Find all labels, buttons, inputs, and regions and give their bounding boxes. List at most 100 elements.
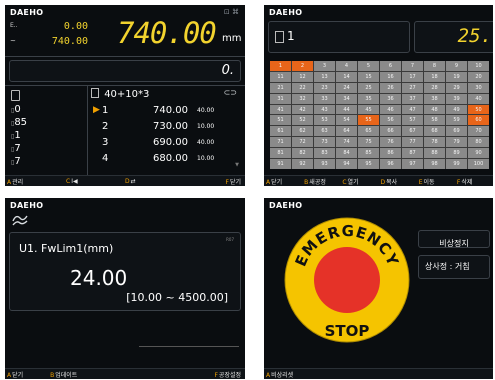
fkey-f[interactable]: F삭제 [455,177,493,186]
grid-cell[interactable]: 98 [424,159,445,169]
grid-cell[interactable]: 42 [292,104,313,115]
grid-cell[interactable]: 8 [424,61,445,71]
grid-cell[interactable]: 66 [380,126,401,137]
grid-cell[interactable]: 6 [380,61,401,71]
grid-cell[interactable]: 69 [446,126,467,137]
grid-cell[interactable]: 28 [424,82,445,93]
grid-cell[interactable]: 38 [424,93,445,104]
grid-cell[interactable]: 87 [402,148,423,159]
grid-cell[interactable]: 75 [358,137,379,148]
fkey-a[interactable]: A비상리셋 [264,370,310,379]
grid-cell[interactable]: 11 [270,71,291,82]
grid-cell[interactable]: 70 [468,126,489,137]
grid-cell[interactable]: 100 [468,159,489,169]
grid-cell[interactable]: 91 [270,159,291,169]
grid-cell[interactable]: 85 [358,148,379,159]
grid-cell[interactable]: 90 [468,148,489,159]
step-row[interactable]: 4 680.00 10.00 [91,153,241,169]
grid-cell[interactable]: 17 [402,71,423,82]
grid-cell[interactable]: 79 [446,137,467,148]
fkey-f[interactable]: F공장설정 [177,370,245,379]
grid-cell[interactable]: 35 [358,93,379,104]
fkey-b[interactable]: B업데이트 [48,370,91,379]
grid-cell[interactable]: 53 [314,115,335,126]
grid-cell[interactable]: 94 [336,159,357,169]
grid-cell[interactable]: 76 [380,137,401,148]
program-number-field[interactable]: 1 [268,21,410,53]
grid-cell[interactable]: 20 [468,71,489,82]
fkey-f[interactable]: F닫기 [182,177,245,186]
grid-cell[interactable]: 64 [336,126,357,137]
step-row[interactable]: ▶ 1 740.00 40.00 [91,105,241,121]
grid-cell[interactable]: 36 [380,93,401,104]
grid-cell[interactable]: 32 [292,93,313,104]
grid-cell[interactable]: 13 [314,71,335,82]
fkey-e[interactable]: E이동 [417,177,455,186]
grid-cell[interactable]: 41 [270,104,291,115]
grid-cell[interactable]: 33 [314,93,335,104]
fkey-c[interactable]: CI◀ [64,178,123,185]
fkey-a[interactable]: A닫기 [264,177,302,186]
grid-cell[interactable]: 2 [292,61,313,71]
emergency-stop-button[interactable]: 비상정지 [418,230,490,248]
grid-cell[interactable]: 39 [446,93,467,104]
grid-cell[interactable]: 58 [424,115,445,126]
grid-cell[interactable]: 10 [468,61,489,71]
grid-cell[interactable]: 72 [292,137,313,148]
grid-cell[interactable]: 59 [446,115,467,126]
grid-cell[interactable]: 45 [358,104,379,115]
grid-cell[interactable]: 88 [424,148,445,159]
grid-cell[interactable]: 82 [292,148,313,159]
grid-cell[interactable]: 83 [314,148,335,159]
grid-cell[interactable]: 37 [402,93,423,104]
grid-cell[interactable]: 5 [358,61,379,71]
grid-cell[interactable]: 12 [292,71,313,82]
grid-cell[interactable]: 74 [336,137,357,148]
offset-field[interactable]: 0. [9,60,241,82]
grid-cell[interactable]: 15 [358,71,379,82]
scroll-down-icon[interactable]: ▼ [235,162,239,168]
grid-cell[interactable]: 60 [468,115,489,126]
step-row[interactable]: 3 690.00 40.00 [91,137,241,153]
grid-cell[interactable]: 55 [358,115,379,126]
grid-cell[interactable]: 9 [446,61,467,71]
grid-cell[interactable]: 99 [446,159,467,169]
grid-cell[interactable]: 40 [468,93,489,104]
grid-cell[interactable]: 95 [358,159,379,169]
grid-cell[interactable]: 86 [380,148,401,159]
grid-cell[interactable]: 3 [314,61,335,71]
grid-cell[interactable]: 77 [402,137,423,148]
grid-cell[interactable]: 49 [446,104,467,115]
grid-cell[interactable]: 80 [468,137,489,148]
grid-cell[interactable]: 46 [380,104,401,115]
grid-cell[interactable]: 81 [270,148,291,159]
grid-cell[interactable]: 61 [270,126,291,137]
grid-cell[interactable]: 73 [314,137,335,148]
grid-cell[interactable]: 63 [314,126,335,137]
grid-cell[interactable]: 56 [380,115,401,126]
grid-cell[interactable]: 24 [336,82,357,93]
grid-cell[interactable]: 4 [336,61,357,71]
fkey-a[interactable]: A닫기 [5,370,48,379]
grid-cell[interactable]: 30 [468,82,489,93]
fkey-c[interactable]: C열기 [340,177,378,186]
grid-cell[interactable]: 51 [270,115,291,126]
grid-cell[interactable]: 43 [314,104,335,115]
parameter-card[interactable]: U1. FwLim1(mm) R07 24.00 [10.00 ~ 4500.0… [9,232,241,311]
grid-cell[interactable]: 92 [292,159,313,169]
grid-cell[interactable]: 84 [336,148,357,159]
grid-cell[interactable]: 18 [424,71,445,82]
grid-cell[interactable]: 48 [424,104,445,115]
grid-cell[interactable]: 44 [336,104,357,115]
grid-cell[interactable]: 25 [358,82,379,93]
grid-cell[interactable]: 62 [292,126,313,137]
grid-cell[interactable]: 67 [402,126,423,137]
fkey-a[interactable]: A관리 [5,177,64,186]
grid-cell[interactable]: 96 [380,159,401,169]
emergency-stop-icon[interactable]: EMERGENCY STOP [283,216,411,344]
grid-cell[interactable]: 23 [314,82,335,93]
grid-cell[interactable]: 65 [358,126,379,137]
grid-cell[interactable]: 26 [380,82,401,93]
grid-cell[interactable]: 29 [446,82,467,93]
grid-cell[interactable]: 97 [402,159,423,169]
